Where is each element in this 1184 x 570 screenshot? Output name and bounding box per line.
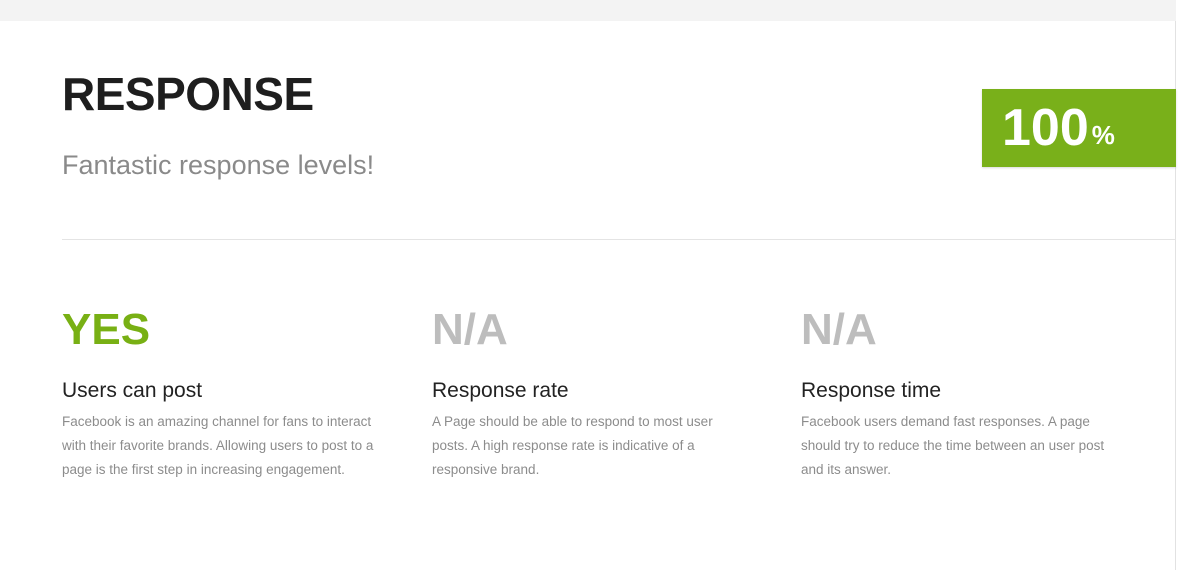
score-value: 100 <box>1002 99 1089 157</box>
metric-description: A Page should be able to respond to most… <box>432 414 713 477</box>
metric-users-can-post: YES Users can post Facebook is an amazin… <box>62 308 382 482</box>
section-title: RESPONSE <box>62 68 314 120</box>
section-subtitle: Fantastic response levels! <box>62 150 375 180</box>
metric-label: Response time <box>801 379 942 402</box>
metric-response-time: N/A Response time Facebook users demand … <box>801 308 1121 482</box>
score-badge: 100 % <box>982 89 1176 167</box>
divider <box>62 239 1176 240</box>
metric-label: Users can post <box>62 379 203 402</box>
metric-value: N/A <box>432 305 508 354</box>
metric-label: Response rate <box>432 379 569 402</box>
response-card: RESPONSE Fantastic response levels! 100 … <box>0 21 1176 570</box>
metric-value: YES <box>62 305 151 354</box>
score-unit: % <box>1091 120 1115 150</box>
metric-response-rate: N/A Response rate A Page should be able … <box>432 308 752 482</box>
metric-value: N/A <box>801 305 877 354</box>
metric-description: Facebook is an amazing channel for fans … <box>62 414 374 477</box>
metric-description: Facebook users demand fast responses. A … <box>801 414 1105 477</box>
top-bar <box>0 0 1176 21</box>
